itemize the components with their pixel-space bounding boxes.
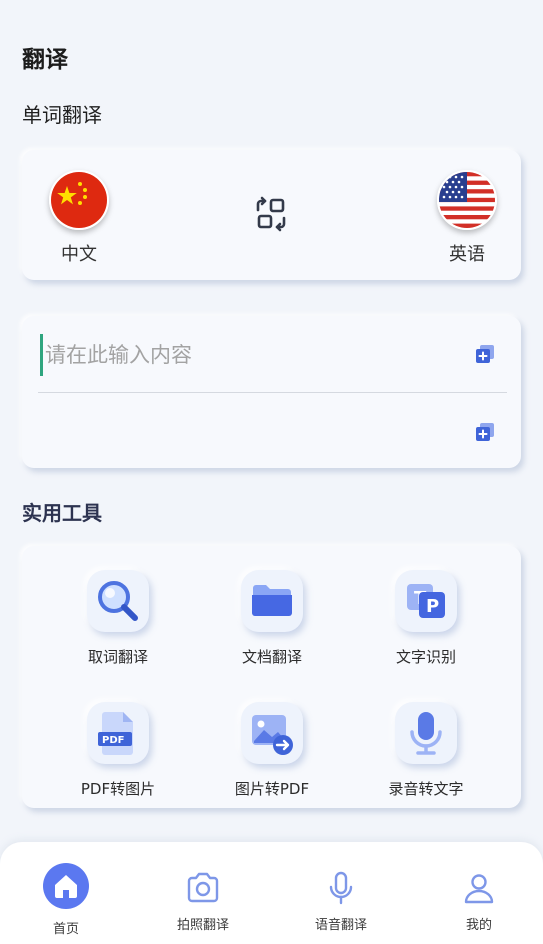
nav-photo-translate[interactable]: 拍照翻译 (153, 870, 253, 933)
tool-text-recognition[interactable]: T P 文字识别 (366, 570, 486, 667)
tool-image-to-pdf-label: 图片转PDF (234, 780, 310, 798)
source-language-button[interactable]: 中文 (44, 170, 114, 266)
input-divider (38, 392, 507, 393)
home-icon (43, 863, 89, 909)
tool-word-pick-label: 取词翻译 (87, 648, 148, 666)
tool-pdf-to-image[interactable]: PDF PDF转图片 (58, 702, 178, 799)
folder-icon (252, 585, 292, 616)
copy-add-icon[interactable] (474, 343, 496, 365)
tool-word-pick[interactable]: 取词翻译 (58, 570, 178, 667)
svg-text:P: P (426, 596, 439, 617)
microphone-icon (410, 712, 442, 755)
tool-audio-to-text[interactable]: 录音转文字 (366, 702, 486, 799)
nav-home-label: 首页 (52, 922, 79, 937)
usa-flag-icon (437, 170, 497, 230)
nav-voice-translate-label: 语音翻译 (314, 918, 367, 933)
target-language-label: 英语 (449, 244, 485, 265)
magnifier-icon (98, 581, 138, 621)
bottom-navigation: 首页 拍照翻译 语音翻译 我的 (0, 842, 543, 944)
china-flag-icon (49, 170, 109, 230)
nav-home[interactable]: 首页 (16, 862, 116, 937)
nav-profile-label: 我的 (465, 918, 492, 933)
image-convert-icon (252, 715, 293, 755)
swap-language-icon[interactable] (251, 194, 291, 234)
user-icon (464, 874, 494, 904)
text-recognition-icon: T P (407, 584, 445, 618)
tool-document-translate-label: 文档翻译 (241, 648, 302, 666)
target-language-button[interactable]: 英语 (432, 170, 502, 266)
page-title: 翻译 (22, 47, 68, 73)
word-translate-title: 单词翻译 (22, 103, 102, 127)
language-card: 中文 英语 (22, 150, 521, 280)
svg-text:PDF: PDF (102, 735, 124, 746)
source-language-label: 中文 (61, 244, 97, 265)
tools-title: 实用工具 (22, 501, 102, 525)
microphone-nav-icon (329, 871, 353, 905)
tool-image-to-pdf[interactable]: 图片转PDF (212, 702, 332, 799)
pdf-file-icon: PDF (98, 712, 133, 755)
tool-document-translate[interactable]: 文档翻译 (212, 570, 332, 667)
translate-input[interactable] (40, 334, 467, 376)
nav-photo-translate-label: 拍照翻译 (176, 918, 229, 933)
tools-card: 取词翻译 文档翻译 T P 文字识别 PD (22, 546, 521, 808)
tool-pdf-to-image-label: PDF转图片 (80, 780, 156, 798)
camera-icon (187, 872, 219, 903)
tool-audio-to-text-label: 录音转文字 (388, 780, 464, 798)
nav-voice-translate[interactable]: 语音翻译 (291, 870, 391, 933)
nav-profile[interactable]: 我的 (429, 870, 529, 933)
tool-text-recognition-label: 文字识别 (395, 648, 456, 666)
copy-result-icon[interactable] (474, 421, 496, 443)
